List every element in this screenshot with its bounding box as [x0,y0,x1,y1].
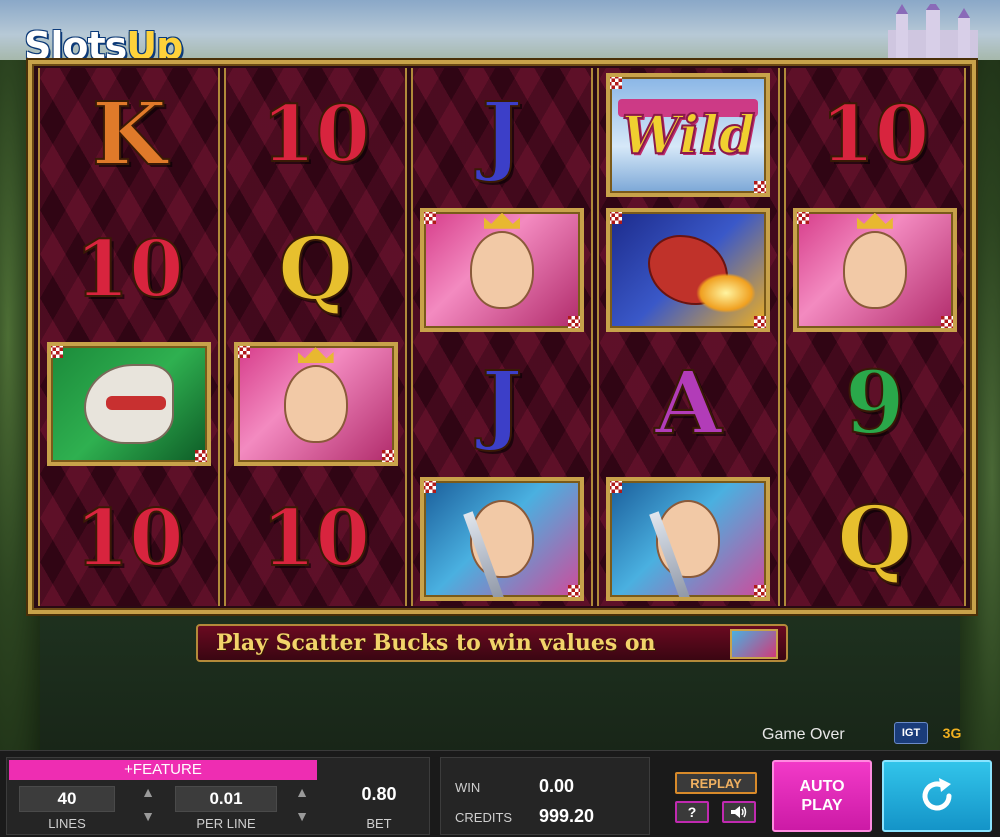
symbol-j: J [481,353,524,455]
spin-button[interactable] [882,760,992,832]
reel-2: 10 Q 10 [224,68,407,607]
symbol-10: 10 [260,89,371,181]
arrow-up-icon[interactable]: ▲ [295,784,309,800]
reel-cell: 10 [40,203,218,338]
reel-cell: 10 [40,472,218,607]
win-value: 0.00 [539,776,575,796]
autoplay-label-1: AUTO [799,778,845,795]
spin-refresh-icon [922,778,952,811]
lines-value: 40 [19,786,115,812]
sound-button[interactable] [722,801,756,823]
reel-cell [413,203,591,338]
bet-label: BET [366,816,392,831]
scatter-message-text: Play Scatter Bucks to win values on [216,630,656,656]
credits-value: 999.20 [539,806,595,826]
wild-symbol-icon: Wild [606,73,771,198]
reel-cell: J [413,337,591,472]
reel-cell: Wild [599,68,777,203]
castle-icon [888,4,978,60]
reel-1: K 10 10 [38,68,221,607]
arrow-up-icon[interactable]: ▲ [141,784,155,800]
knight-icon [458,491,547,597]
princess-symbol-icon [792,207,957,332]
game-status: Game Over [762,726,845,743]
studio-logo: 3G [942,725,962,741]
princess-symbol-icon [419,207,585,332]
wild-text: Wild [621,104,756,167]
reel-cell [599,203,777,338]
scatter-bucks-banner: Play Scatter Bucks to win values on [196,624,788,662]
reel-cell: 9 [786,337,964,472]
igt-logo: IGT [894,722,928,744]
bet-value: 0.80 [361,784,397,804]
horse-symbol-icon [47,342,212,467]
replay-button[interactable]: REPLAY [675,772,757,794]
reel-4: Wild A [597,68,780,607]
symbol-10: 10 [74,223,185,315]
wild-icon: Wild [621,104,756,167]
credits-label: CREDITS [455,810,513,825]
symbol-10: 10 [74,492,185,584]
knight-icon [644,491,733,597]
reel-cell [40,337,218,472]
princess-symbol-icon [233,342,398,467]
reel-cell: 10 [226,68,404,203]
win-credits-panel: WIN 0.00 CREDITS 999.20 [440,757,650,835]
reel-5: 10 9 Q [783,68,967,607]
lines-label: LINES [48,816,86,831]
mini-wild-icon [730,629,778,659]
bet-panel: +FEATURE 40 LINES ▲ ▼ 0.01 PER LINE ▲ ▼ … [6,757,430,835]
reel-cell: 10 [226,472,404,607]
help-button[interactable]: ? [675,801,709,823]
princess-icon [267,347,364,463]
symbol-j: J [481,84,524,186]
reel-cell: J [413,68,591,203]
reel-cell [786,203,964,338]
princess-icon [454,212,551,328]
dragon-icon [648,234,757,313]
reel-cell: A [599,337,777,472]
reel-cell [599,472,777,607]
symbol-k: K [91,84,168,186]
knight-symbol-icon [419,476,585,601]
feature-button[interactable]: +FEATURE [9,760,317,780]
reel-cell [226,337,404,472]
dragon-symbol-icon [606,207,771,332]
knight-symbol-icon [606,476,771,601]
arrow-down-icon[interactable]: ▼ [141,808,155,824]
reel-cell: Q [786,472,964,607]
reels-grid[interactable]: K 10 10 10 Q 10 J J Wild A 10 9 Q [28,60,976,614]
reel-3: JJ [410,68,594,607]
symbol-9: 9 [844,353,906,455]
per-line-value: 0.01 [175,786,277,812]
reel-cell: Q [226,203,404,338]
horse-icon [76,356,175,445]
reel-cell: K [40,68,218,203]
lines-stepper[interactable]: ▲ ▼ [137,784,159,824]
symbol-q: Q [836,487,913,589]
per-line-label: PER LINE [196,816,256,831]
per-line-stepper[interactable]: ▲ ▼ [291,784,313,824]
reel-cell [413,472,591,607]
symbol-a: A [654,353,723,455]
autoplay-button[interactable]: AUTO PLAY [772,760,872,832]
reel-cell: 10 [786,68,964,203]
win-label: WIN [455,780,481,795]
princess-icon [826,212,923,328]
symbol-q: Q [277,218,354,320]
symbol-10: 10 [260,492,371,584]
control-bar: +FEATURE 40 LINES ▲ ▼ 0.01 PER LINE ▲ ▼ … [0,750,1000,837]
symbol-10: 10 [820,89,931,181]
autoplay-label-2: PLAY [801,797,843,814]
speaker-icon [731,806,747,818]
arrow-down-icon[interactable]: ▼ [295,808,309,824]
